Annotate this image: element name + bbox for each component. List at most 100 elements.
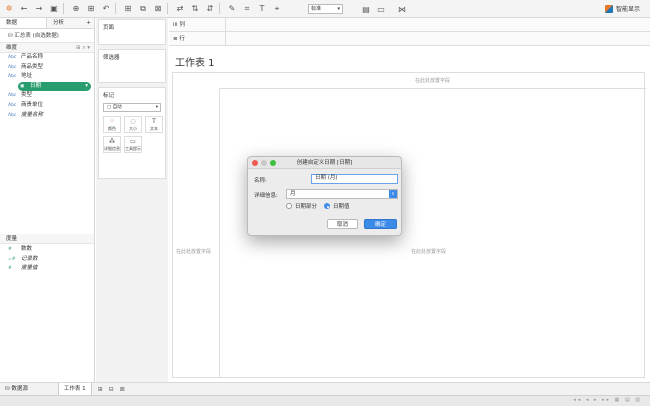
color-button[interactable]: ⁘ 颜色 xyxy=(103,116,121,133)
view-size-value: 标准 xyxy=(311,6,322,12)
radio-date-value-dot[interactable] xyxy=(324,203,330,209)
sheet-title[interactable]: 工作表 1 xyxy=(175,54,215,69)
color-icon: ⁘ xyxy=(109,117,115,125)
columns-shelf[interactable]: iii 列 xyxy=(169,17,650,32)
radio-date-part[interactable]: 日期部分 xyxy=(286,202,317,210)
new-story-icon[interactable]: ⊠ xyxy=(120,386,125,393)
drop-field-center[interactable]: 在此处放置字段 xyxy=(411,248,446,255)
highlight-icon[interactable]: ✎ xyxy=(226,3,238,15)
pin-icon[interactable]: ⌖ xyxy=(271,3,283,15)
group-icon[interactable]: ⌗ xyxy=(241,3,253,15)
field-name: 地址 xyxy=(21,73,33,80)
columns-shelf-label: iii 列 xyxy=(169,17,226,32)
filters-card[interactable]: 筛选器 xyxy=(98,49,166,83)
datasource-item[interactable]: ⛁ 汇总表 (自选数据) xyxy=(0,29,94,43)
swap-icon[interactable]: ⇄ xyxy=(174,3,186,15)
rows-label: 行 xyxy=(179,35,185,42)
clear-icon[interactable]: ⊠ xyxy=(152,3,164,15)
cancel-button[interactable]: 取消 xyxy=(327,219,358,229)
tab-datasource[interactable]: ⛁ 数据源 xyxy=(0,383,33,396)
duplicate-icon[interactable]: ⧉ xyxy=(137,3,149,15)
pages-title: 页面 xyxy=(103,25,115,31)
undo-icon[interactable]: ↶ xyxy=(100,3,112,15)
detail-button[interactable]: ⁂ 详细信息 xyxy=(103,136,121,153)
dimension-field[interactable]: ▣ 日期 ▾ xyxy=(18,81,91,92)
size-icon: ◌ xyxy=(130,117,136,125)
dimension-field[interactable]: Abc 产品名称 xyxy=(0,53,94,63)
dimension-field[interactable]: Abc 商贵单位 xyxy=(0,101,94,111)
view-canvas[interactable]: 在此处放置字段 在此处放置字段 在此处放置字段 xyxy=(172,72,646,378)
zoom-icon[interactable] xyxy=(270,160,276,166)
chevron-down-icon[interactable]: ▾ xyxy=(85,82,88,92)
save-icon[interactable]: ▣ xyxy=(48,3,60,15)
label-icon[interactable]: T xyxy=(256,3,268,15)
text-label: 文本 xyxy=(150,125,158,131)
field-name: 类型 xyxy=(21,92,33,99)
tooltip-icon: ▭ xyxy=(130,137,136,145)
dimensions-list: Abc 产品名称 Abc 商品类型 Abc 地址 ▣ 日期 ▾ Abc 类型 Abc 商贵单位 Abc 度量… xyxy=(0,53,94,120)
sort-desc-icon[interactable]: ⇵ xyxy=(204,3,216,15)
string-type-icon: Abc xyxy=(8,93,17,99)
presentation-icon[interactable]: ▤ xyxy=(360,3,372,15)
toolbar-divider xyxy=(219,3,220,14)
number-type-icon: # xyxy=(8,247,12,252)
drop-field-left[interactable]: 在此处放置字段 xyxy=(176,248,211,255)
close-icon[interactable] xyxy=(252,160,258,166)
back-icon[interactable]: ← xyxy=(18,3,30,15)
dimension-field[interactable]: Abc 度量名称 xyxy=(0,111,94,121)
new-sheet-icon[interactable]: ⊞ xyxy=(85,3,97,15)
data-pane-tabs: 数据 分析 + xyxy=(0,18,94,29)
dimensions-tools-icon[interactable]: ⊞ ⌕ ▾ xyxy=(76,43,90,53)
tooltip-button[interactable]: ▭ 工具提示 xyxy=(124,136,142,153)
sort-asc-icon[interactable]: ⇅ xyxy=(189,3,201,15)
rows-shelf[interactable]: ≡ 行 xyxy=(169,31,650,46)
measure-field[interactable]: # 度量值 xyxy=(0,264,94,274)
status-bar: ◂◂ ◂ ▸ ▸▸ ▦ ▤ ▥ xyxy=(0,395,650,406)
text-button[interactable]: T 文本 xyxy=(145,116,163,133)
present-mode-icon[interactable]: ▭ xyxy=(375,3,387,15)
tab-data-label: 数据 xyxy=(6,20,18,26)
forward-icon[interactable]: → xyxy=(33,3,45,15)
new-datasource-icon[interactable]: ⊕ xyxy=(70,3,82,15)
tableau-logo-icon[interactable]: ✲ xyxy=(3,3,15,15)
tab-analysis-label: 分析 xyxy=(53,20,65,26)
radio-date-value[interactable]: 日期值 xyxy=(324,202,350,210)
pages-card[interactable]: 页面 xyxy=(98,19,166,45)
dimension-field[interactable]: Abc 类型 xyxy=(0,91,94,101)
sheet-nav-arrows-icon[interactable]: ◂◂ ◂ ▸ ▸▸ ▦ ▤ ▥ xyxy=(573,397,642,403)
number-type-icon: # xyxy=(8,266,12,272)
name-input[interactable]: 日期 (月) xyxy=(311,174,398,184)
size-button[interactable]: ◌ 大小 xyxy=(124,116,142,133)
marks-card: 标记 ▢ 自动 ▾ ⁘ 颜色 ◌ 大小 T 文本 ⁂ 详细信息 ▭ 工具提示 xyxy=(98,87,166,179)
tab-analysis[interactable]: 分析 + xyxy=(47,18,94,28)
mark-type-select[interactable]: ▢ 自动 ▾ xyxy=(103,103,161,112)
dimension-field[interactable]: Abc 商品类型 xyxy=(0,63,94,73)
drop-field-top[interactable]: 在此处放置字段 xyxy=(219,73,646,89)
string-type-icon: Abc xyxy=(8,64,17,70)
text-icon: T xyxy=(152,117,156,125)
dimension-field[interactable]: Abc 地址 xyxy=(0,72,94,82)
show-me-button[interactable]: 智能显示 xyxy=(604,4,640,13)
share-icon[interactable]: ⋈ xyxy=(396,3,408,15)
radio-date-part-dot[interactable] xyxy=(286,203,292,209)
measure-field[interactable]: =# 记录数 xyxy=(0,255,94,265)
tab-data[interactable]: 数据 xyxy=(0,18,47,28)
measures-list: # 数数 =# 记录数 # 度量值 xyxy=(0,245,94,274)
sheet-tab-bar: ⛁ 数据源 工作表 1 ⊞ ⊟ ⊠ xyxy=(0,382,650,396)
add-icon[interactable]: + xyxy=(86,18,91,29)
detail-select[interactable]: 月 ⇕ xyxy=(286,189,398,199)
detail-icon: ⁂ xyxy=(109,137,115,145)
view-size-select[interactable]: 标准 ▾ xyxy=(308,4,343,14)
radio-date-part-label: 日期部分 xyxy=(295,204,318,210)
tab-sheet-1[interactable]: 工作表 1 xyxy=(57,382,92,396)
field-name: 商品类型 xyxy=(21,63,44,70)
chevron-down-icon: ▾ xyxy=(337,6,340,12)
detail-select-value: 月 xyxy=(290,191,296,197)
ok-button[interactable]: 确定 xyxy=(364,219,397,229)
toolbar-divider xyxy=(167,3,168,14)
new-dashboard-icon[interactable]: ⊟ xyxy=(109,386,114,393)
new-worksheet-icon[interactable]: ⊞ xyxy=(98,386,103,393)
add-sheet-icon[interactable]: ⊞ xyxy=(122,3,134,15)
measure-field[interactable]: # 数数 xyxy=(0,245,94,255)
number-type-icon: =# xyxy=(8,256,16,262)
